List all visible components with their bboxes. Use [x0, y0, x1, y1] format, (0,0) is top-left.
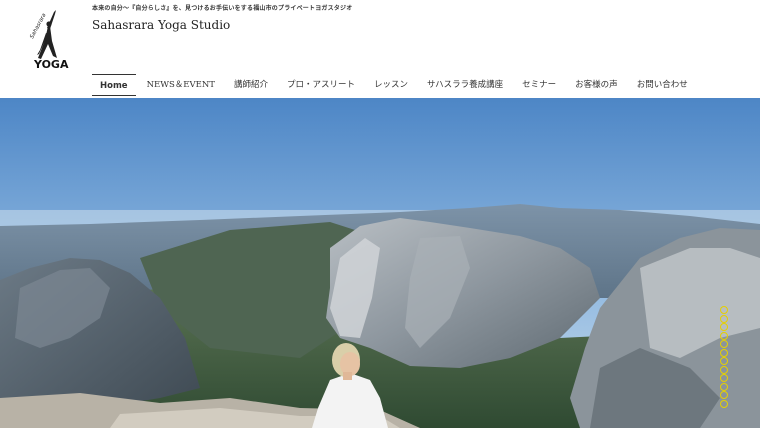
- yoga-pose-logo-icon: Sahasrara YOGA: [29, 10, 69, 71]
- slider-dot[interactable]: [720, 382, 728, 391]
- slider-dot[interactable]: [720, 348, 728, 357]
- slider-dot[interactable]: [720, 365, 728, 374]
- slider-dot[interactable]: [720, 314, 728, 323]
- main-nav: Home NEWS＆EVENT 講師紹介 プロ・アスリート レッスン サハスララ…: [92, 74, 696, 98]
- slider-dot[interactable]: [720, 331, 728, 340]
- slider-dot[interactable]: [720, 391, 728, 399]
- slider-dot[interactable]: [720, 399, 728, 408]
- logo[interactable]: Sahasrara YOGA: [24, 4, 74, 71]
- slider-dot[interactable]: [720, 323, 728, 331]
- site-header: Sahasrara YOGA 本来の自分～『自分らしさ』を、見つけるお手伝いをす…: [0, 0, 760, 98]
- nav-item-contact[interactable]: お問い合わせ: [629, 74, 696, 96]
- nav-item-news-event[interactable]: NEWS＆EVENT: [139, 74, 223, 96]
- nav-item-testimonials[interactable]: お客様の声: [567, 74, 626, 96]
- slider-pagination: [720, 306, 728, 408]
- hero-image: [0, 98, 760, 428]
- nav-item-lessons[interactable]: レッスン: [366, 74, 416, 96]
- nav-item-pro-athletes[interactable]: プロ・アスリート: [279, 74, 363, 96]
- site-title[interactable]: Sahasrara Yoga Studio: [92, 18, 230, 32]
- slider-dot[interactable]: [720, 340, 728, 348]
- slider-dot[interactable]: [720, 357, 728, 365]
- tagline: 本来の自分～『自分らしさ』を、見つけるお手伝いをする福山市のプライベートヨガスタ…: [92, 5, 353, 12]
- nav-item-seminar[interactable]: セミナー: [514, 74, 564, 96]
- nav-item-home[interactable]: Home: [92, 74, 136, 96]
- nav-item-instructors[interactable]: 講師紹介: [226, 74, 276, 96]
- slider-dot[interactable]: [720, 374, 728, 382]
- hero-slideshow: [0, 98, 760, 428]
- nav-item-training-course[interactable]: サハスララ養成講座: [419, 74, 511, 96]
- logo-word: YOGA: [33, 58, 69, 70]
- slider-dot[interactable]: [720, 306, 728, 314]
